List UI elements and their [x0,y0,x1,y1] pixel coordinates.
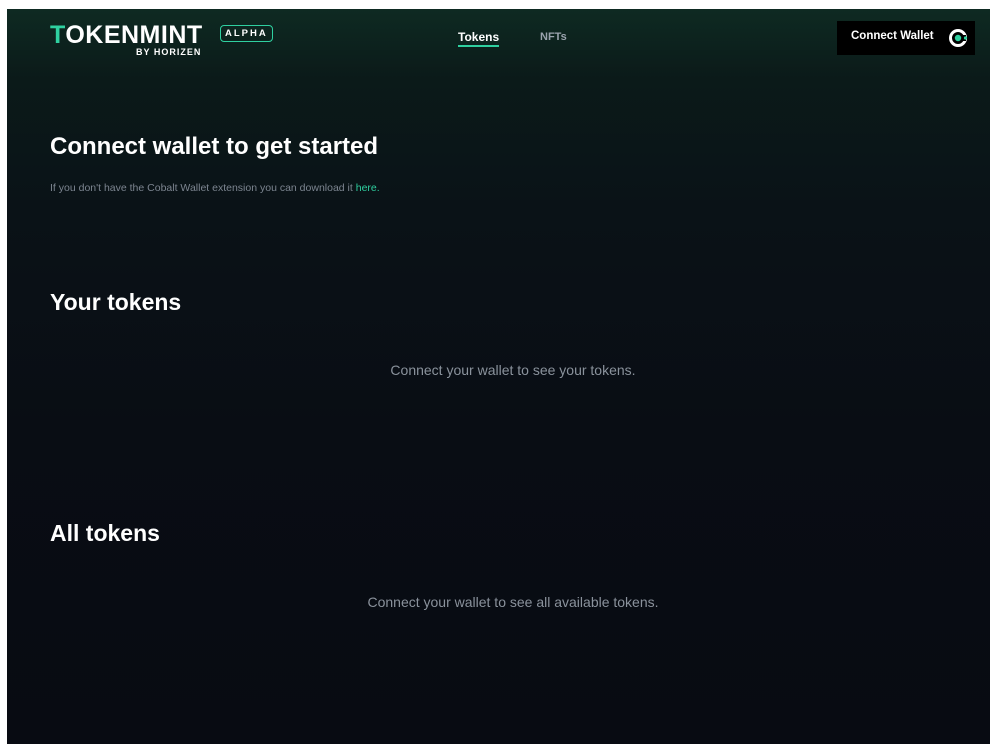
your-tokens-empty-message: Connect your wallet to see your tokens. [390,362,636,378]
connect-wallet-button[interactable]: Connect Wallet [837,21,975,55]
all-tokens-title: All tokens [50,520,160,546]
tokenmint-logo[interactable]: TOKENMINT BY HORIZEN [50,21,230,61]
all-tokens-empty-message: Connect your wallet to see all available… [367,594,659,610]
tab-nfts-label: NFTs [540,31,567,43]
download-here-link[interactable]: here. [356,182,380,194]
tab-tokens[interactable]: Tokens [458,29,500,47]
active-tab-underline [458,45,500,47]
logo-wordmark: TOKENMINT [50,21,203,49]
logo-wordmark-rest: OKENMINT [65,21,203,49]
logo-wordmark-first-letter: T [50,21,66,49]
hero-subtitle-text: If you don't have the Cobalt Wallet exte… [50,182,356,194]
tab-tokens-label: Tokens [458,30,500,44]
tab-nfts[interactable]: NFTs [540,29,567,45]
logo-byline: BY HORIZEN [136,47,202,57]
hero-subtitle: If you don't have the Cobalt Wallet exte… [50,182,380,194]
connect-wallet-label: Connect Wallet [851,30,934,42]
app-window: TOKENMINT BY HORIZEN ALPHA Tokens NFTs C… [7,9,990,744]
your-tokens-title: Your tokens [50,289,182,315]
cobalt-wallet-icon [947,27,969,49]
top-header: TOKENMINT BY HORIZEN ALPHA Tokens NFTs C… [7,9,990,69]
alpha-badge: ALPHA [220,25,273,42]
hero-title: Connect wallet to get started [50,133,379,160]
